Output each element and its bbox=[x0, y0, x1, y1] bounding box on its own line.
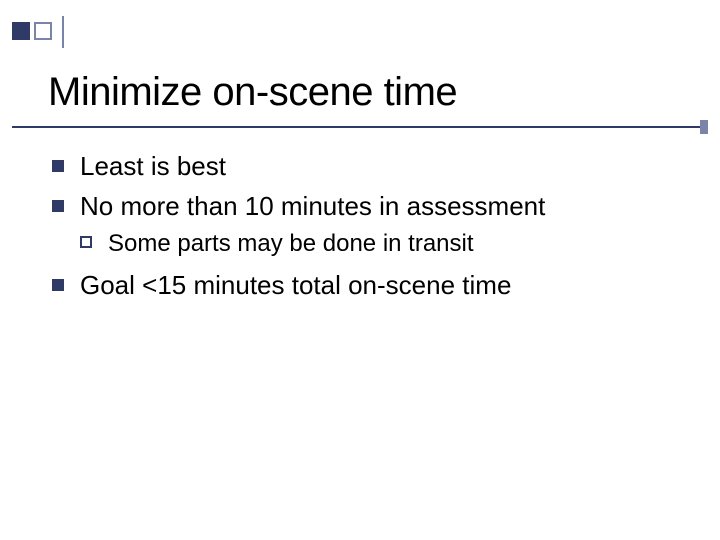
bullet-text: Least is best bbox=[80, 151, 226, 181]
bullet-text: No more than 10 minutes in assessment bbox=[80, 191, 545, 221]
slide-title: Minimize on-scene time bbox=[48, 70, 457, 115]
list-item: Some parts may be done in transit bbox=[80, 228, 696, 259]
bullet-text: Some parts may be done in transit bbox=[108, 230, 474, 257]
pipe-icon bbox=[62, 16, 64, 48]
slide-body: Least is best No more than 10 minutes in… bbox=[52, 150, 696, 309]
list-item: Least is best bbox=[52, 150, 696, 184]
square-outline-icon bbox=[34, 22, 52, 40]
list-item: Goal <15 minutes total on-scene time bbox=[52, 269, 696, 303]
bullet-text: Goal <15 minutes total on-scene time bbox=[80, 270, 511, 300]
rule-end-notch bbox=[700, 120, 708, 134]
square-icon bbox=[12, 22, 30, 40]
corner-decoration bbox=[12, 22, 64, 48]
title-underline bbox=[12, 126, 708, 128]
list-item: No more than 10 minutes in assessment So… bbox=[52, 190, 696, 259]
